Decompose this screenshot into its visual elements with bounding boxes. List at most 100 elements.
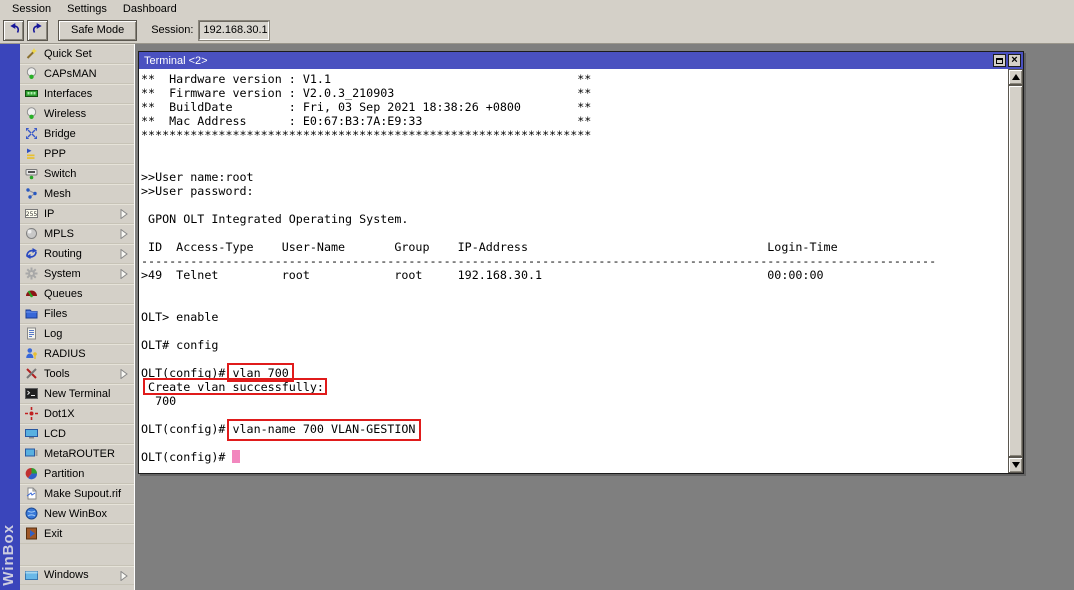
submenu-arrow-icon xyxy=(120,369,128,382)
terminal-titlebar[interactable]: Terminal <2> × xyxy=(139,52,1023,69)
sidebar-item-capsman[interactable]: CAPsMAN xyxy=(20,64,134,84)
sidebar-item-label: RADIUS xyxy=(44,348,86,360)
vertical-scrollbar[interactable] xyxy=(1008,69,1023,473)
sidebar-item-mesh[interactable]: Mesh xyxy=(20,184,134,204)
bridge-icon xyxy=(24,127,38,141)
sidebar-item-log[interactable]: Log xyxy=(20,324,134,344)
sidebar-item-wireless[interactable]: Wireless xyxy=(20,104,134,124)
sidebar-item-label: Routing xyxy=(44,248,82,260)
sidebar-item-switch[interactable]: Switch xyxy=(20,164,134,184)
sidebar-item-quick-set[interactable]: Quick Set xyxy=(20,44,134,64)
sidebar-item-interfaces[interactable]: Interfaces xyxy=(20,84,134,104)
partition-icon xyxy=(24,467,38,481)
sidebar-item-label: CAPsMAN xyxy=(44,68,97,80)
sidebar-item-ip[interactable]: 255 IP xyxy=(20,204,134,224)
sidebar-item-files[interactable]: Files xyxy=(20,304,134,324)
sidebar-item-new-winbox[interactable]: New WinBox xyxy=(20,504,134,524)
scroll-down-button[interactable] xyxy=(1008,457,1023,473)
terminal-icon xyxy=(24,387,38,401)
sidebar-item-label: Mesh xyxy=(44,188,71,200)
sidebar-item-tools[interactable]: Tools xyxy=(20,364,134,384)
undo-button[interactable] xyxy=(3,20,24,41)
ppp-icon xyxy=(24,147,38,161)
sidebar-item-queues[interactable]: Queues xyxy=(20,284,134,304)
interfaces-icon xyxy=(24,87,38,101)
sidebar-item-label: MPLS xyxy=(44,228,74,240)
sidebar-item-label: Exit xyxy=(44,528,62,540)
wireless-icon xyxy=(24,107,38,121)
maximize-icon xyxy=(996,58,1003,64)
sidebar-item-label: Wireless xyxy=(44,108,86,120)
sidebar-item-system[interactable]: System xyxy=(20,264,134,284)
highlight-box-create-vlan xyxy=(143,378,327,395)
sidebar-item-mpls[interactable]: MPLS xyxy=(20,224,134,244)
sidebar-item-dot1x[interactable]: Dot1X xyxy=(20,404,134,424)
metarouter-icon xyxy=(24,447,38,461)
sidebar-item-label: Dot1X xyxy=(44,408,75,420)
sidebar-item-label: PPP xyxy=(44,148,66,160)
safe-mode-button[interactable]: Safe Mode xyxy=(58,20,137,41)
sidebar-item-new-terminal[interactable]: New Terminal xyxy=(20,384,134,404)
submenu-arrow-icon xyxy=(120,249,128,262)
sidebar-item-label: IP xyxy=(44,208,54,220)
sidebar-item-ppp[interactable]: PPP xyxy=(20,144,134,164)
terminal-text: ** Hardware version : V1.1 ** ** Firmwar… xyxy=(141,72,936,464)
workspace: WinBox Quick SetCAPsMANInterfacesWireles… xyxy=(0,44,1074,590)
menubar: SessionSettingsDashboard xyxy=(0,0,1074,17)
redo-arrow-icon xyxy=(31,22,45,39)
sidebar-item-label: Partition xyxy=(44,468,84,480)
sidebar-item-label: New Terminal xyxy=(44,388,110,400)
exit-icon xyxy=(24,527,38,541)
undo-arrow-icon xyxy=(7,22,21,39)
sidebar-item-label: New WinBox xyxy=(44,508,107,520)
redo-button[interactable] xyxy=(27,20,48,41)
scroll-up-button[interactable] xyxy=(1008,69,1023,85)
system-icon xyxy=(24,267,38,281)
lcd-icon xyxy=(24,427,38,441)
maximize-button[interactable] xyxy=(993,54,1006,67)
arrow-down-icon xyxy=(1012,462,1020,468)
sidebar-item-lcd[interactable]: LCD xyxy=(20,424,134,444)
switch-icon xyxy=(24,167,38,181)
session-input[interactable]: 192.168.30.1 xyxy=(199,21,269,40)
sidebar-item-make-supout-rif[interactable]: Make Supout.rif xyxy=(20,484,134,504)
menu-settings[interactable]: Settings xyxy=(59,2,115,16)
sidebar-item-label: Make Supout.rif xyxy=(44,488,121,500)
sidebar-item-label: Bridge xyxy=(44,128,76,140)
sidebar-item-label: Tools xyxy=(44,368,70,380)
safe-mode-label: Safe Mode xyxy=(71,24,124,36)
submenu-arrow-icon xyxy=(120,209,128,222)
sidebar-item-metarouter[interactable]: MetaROUTER xyxy=(20,444,134,464)
submenu-arrow-icon xyxy=(120,229,128,242)
sidebar-item-label: Queues xyxy=(44,288,83,300)
terminal-window: Terminal <2> × ** Hardware version : V1.… xyxy=(138,51,1024,474)
highlight-box-vlan-name xyxy=(227,419,421,441)
terminal-body[interactable]: ** Hardware version : V1.1 ** ** Firmwar… xyxy=(139,69,1023,473)
mesh-icon xyxy=(24,187,38,201)
queues-icon xyxy=(24,287,38,301)
scrollbar-thumb[interactable] xyxy=(1008,85,1023,457)
sidebar-item-bridge[interactable]: Bridge xyxy=(20,124,134,144)
sidebar-item-label: System xyxy=(44,268,81,280)
capsman-icon xyxy=(24,67,38,81)
session-value: 192.168.30.1 xyxy=(203,24,267,36)
tools-icon xyxy=(24,367,38,381)
menu-session[interactable]: Session xyxy=(4,2,59,16)
sidebar-item-windows[interactable]: Windows xyxy=(20,565,134,585)
log-icon xyxy=(24,327,38,341)
menu-dashboard[interactable]: Dashboard xyxy=(115,2,185,16)
sidebar-item-partition[interactable]: Partition xyxy=(20,464,134,484)
submenu-arrow-icon xyxy=(120,571,128,584)
sidebar-item-label: Interfaces xyxy=(44,88,92,100)
terminal-title: Terminal <2> xyxy=(144,55,991,67)
sidebar-item-radius[interactable]: RADIUS xyxy=(20,344,134,364)
mpls-icon xyxy=(24,227,38,241)
close-icon: × xyxy=(1011,55,1017,66)
sidebar-item-label: Quick Set xyxy=(44,48,92,60)
sidebar-item-exit[interactable]: Exit xyxy=(20,524,134,544)
routing-icon xyxy=(24,247,38,261)
sidebar-item-label: Files xyxy=(44,308,67,320)
close-button[interactable]: × xyxy=(1008,54,1021,67)
sidebar-item-routing[interactable]: Routing xyxy=(20,244,134,264)
ip-icon: 255 xyxy=(24,207,38,221)
